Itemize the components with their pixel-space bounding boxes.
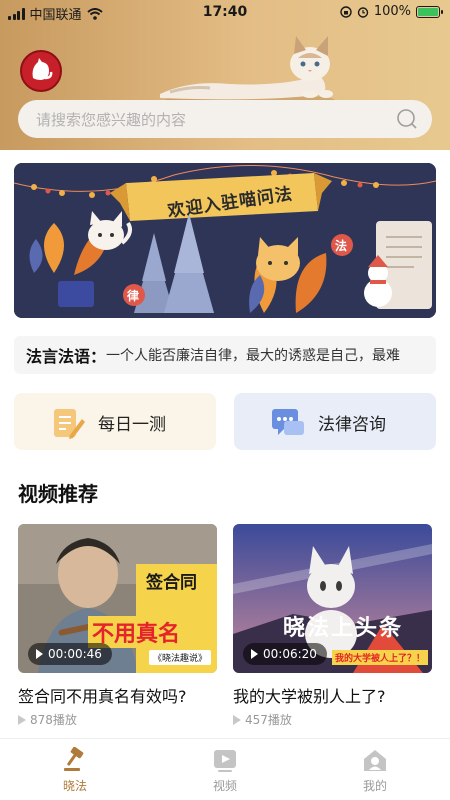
quote-text: 一个人能否廉洁自律，最大的诱惑是自己，最难 bbox=[106, 348, 401, 364]
play-icon bbox=[36, 649, 43, 659]
views-play-icon bbox=[18, 714, 26, 725]
daily-quiz-label: 每日一测 bbox=[98, 415, 166, 435]
overlay-caption: 我的大学被人上了？！ bbox=[331, 650, 428, 665]
notepad-pencil-icon bbox=[54, 409, 85, 439]
tab-xiaofa[interactable]: 晓法 bbox=[35, 747, 115, 794]
video-title[interactable]: 签合同不用真名有效吗? bbox=[18, 683, 217, 707]
chat-bubbles-icon bbox=[272, 409, 304, 435]
banner-badge-lv: 律 bbox=[127, 289, 140, 303]
daily-quiz-button[interactable]: 每日一测 bbox=[14, 393, 216, 450]
lock-rotation-icon bbox=[340, 5, 352, 18]
video-duration: 00:00:46 bbox=[28, 643, 112, 665]
header-cat-illustration bbox=[160, 36, 335, 106]
quote-label: 法言法语： bbox=[26, 347, 107, 366]
banner-illustration bbox=[14, 163, 436, 318]
video-duration: 00:06:20 bbox=[243, 643, 327, 665]
tab-mine[interactable]: 我的 bbox=[335, 747, 415, 794]
views-text: 878播放 bbox=[30, 713, 77, 727]
duration-text: 00:06:20 bbox=[263, 647, 317, 661]
banner-badge-fa: 法 bbox=[335, 239, 348, 253]
quote-strip[interactable]: 法言法语： 一个人能否廉洁自律，最大的诱惑是自己，最难 bbox=[14, 336, 436, 374]
gavel-icon bbox=[64, 747, 84, 771]
bottom-tab-bar: 晓法 视频 我的 bbox=[0, 738, 450, 800]
video-title[interactable]: 我的大学被别人上了? bbox=[233, 683, 432, 707]
home-user-icon bbox=[364, 750, 386, 771]
legal-consult-button[interactable]: 法律咨询 bbox=[234, 393, 436, 450]
tab-video[interactable]: 视频 bbox=[185, 747, 265, 794]
video-thumbnail[interactable]: 晓法上头条 我的大学被人上了？！ 00:06:20 bbox=[233, 524, 432, 673]
promo-banner[interactable]: 律 法 bbox=[14, 163, 436, 318]
overlay-text: 晓法上头条 bbox=[283, 616, 404, 641]
app-header: 中国联通 17:40 100% 请搜索您感兴趣的内容 bbox=[0, 0, 450, 150]
play-icon bbox=[251, 649, 258, 659]
video-card[interactable]: 晓法上头条 我的大学被人上了？！ 00:06:20 我的大学被别人上了? 457… bbox=[233, 524, 432, 728]
alarm-icon bbox=[357, 6, 369, 18]
video-play-icon bbox=[214, 750, 236, 772]
section-title: 视频推荐 bbox=[18, 482, 98, 506]
legal-consult-label: 法律咨询 bbox=[318, 415, 386, 435]
search-input[interactable]: 请搜索您感兴趣的内容 bbox=[36, 109, 396, 130]
video-card[interactable]: 签合同 不用真名 《晓法趣说》 00:00:46 签合同不用真名有效吗? 878… bbox=[18, 524, 217, 728]
views-play-icon bbox=[233, 714, 241, 725]
tab-label: 视频 bbox=[212, 779, 237, 793]
video-thumbnail[interactable]: 签合同 不用真名 《晓法趣说》 00:00:46 bbox=[18, 524, 217, 673]
video-views: 457播放 bbox=[233, 711, 432, 728]
app-logo-icon bbox=[20, 50, 62, 92]
status-bar: 中国联通 17:40 100% bbox=[0, 0, 450, 26]
battery-icon bbox=[416, 5, 443, 18]
battery-percent: 100% bbox=[373, 4, 411, 19]
duration-text: 00:00:46 bbox=[48, 647, 102, 661]
search-icon[interactable] bbox=[396, 108, 418, 130]
tab-label: 晓法 bbox=[62, 779, 87, 793]
video-views: 878播放 bbox=[18, 711, 217, 728]
views-text: 457播放 bbox=[245, 713, 292, 727]
search-bar[interactable]: 请搜索您感兴趣的内容 bbox=[18, 100, 432, 138]
overlay-tag: 《晓法趣说》 bbox=[148, 650, 211, 665]
tab-label: 我的 bbox=[362, 779, 387, 793]
overlay-line-1: 签合同 bbox=[146, 573, 197, 593]
